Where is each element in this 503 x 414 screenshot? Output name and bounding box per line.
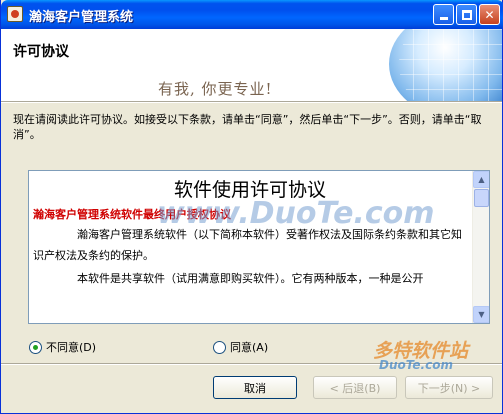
cancel-button[interactable]: 取消	[213, 376, 297, 399]
license-content: 软件使用许可协议 瀚海客户管理系统软件最终用户授权协议 瀚海客户管理系统软件（以…	[29, 171, 473, 323]
disagree-label: 不同意(D)	[46, 341, 97, 354]
minimize-icon	[439, 17, 448, 20]
instruction-text: 现在请阅读此许可协议。如接受以下条款，请单击“同意”，然后单击“下一步”。否则，…	[13, 113, 482, 141]
next-button[interactable]: 下一步(N) >	[405, 376, 493, 399]
agree-label: 同意(A)	[230, 341, 269, 354]
close-button[interactable]: ✕	[479, 4, 500, 25]
header-divider	[1, 101, 502, 103]
vertical-scrollbar[interactable]: ▲ ▼	[472, 171, 489, 323]
arrow-up-icon: ▲	[478, 175, 485, 184]
maximize-icon	[461, 9, 472, 20]
radio-circle	[29, 340, 42, 354]
maximize-button[interactable]	[456, 4, 477, 25]
license-paragraph: 本软件是共享软件（试用满意即购买软件）。它有两种版本，一种是公开	[77, 272, 424, 285]
page-title: 许可协议	[13, 44, 69, 60]
wizard-header: 许可协议 有我, 你更专业!	[1, 29, 502, 101]
back-button[interactable]: < 后退(B)	[313, 376, 397, 399]
window-title: 瀚海客户管理系统	[29, 10, 134, 25]
arrow-down-icon: ▼	[478, 310, 485, 319]
watermark-site: www.DuoTe.com	[157, 196, 435, 231]
globe-graphic	[389, 29, 502, 101]
agree-radio[interactable]: 同意(A)	[213, 339, 268, 355]
radio-circle	[213, 340, 226, 354]
minimize-button[interactable]	[433, 4, 454, 25]
scroll-down-button[interactable]: ▼	[473, 306, 489, 323]
title-bar[interactable]: 瀚海客户管理系统 ✕	[1, 0, 503, 29]
header-slogan: 有我, 你更专业!	[158, 80, 273, 98]
watermark-url: DuoTe.com	[379, 358, 453, 372]
close-icon: ✕	[484, 7, 495, 22]
scroll-thumb[interactable]	[474, 189, 489, 207]
scroll-up-button[interactable]: ▲	[473, 171, 489, 188]
license-textbox[interactable]: 软件使用许可协议 瀚海客户管理系统软件最终用户授权协议 瀚海客户管理系统软件（以…	[28, 170, 490, 324]
radio-selected-dot	[33, 344, 38, 350]
app-icon	[7, 6, 23, 22]
disagree-radio[interactable]: 不同意(D)	[29, 339, 96, 355]
installer-window: 瀚海客户管理系统 ✕ 许可协议 有我, 你更专业! 现在请阅读此许可协议。如接受…	[0, 0, 503, 414]
